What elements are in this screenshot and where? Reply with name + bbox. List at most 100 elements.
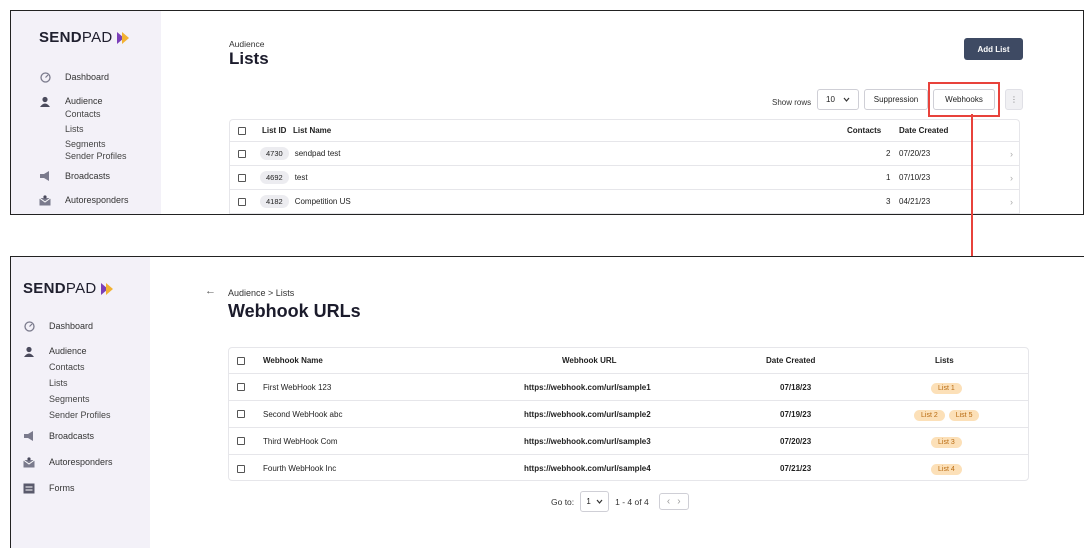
more-options-button[interactable]: ⋮ (1005, 89, 1023, 110)
row-checkbox[interactable] (238, 173, 246, 182)
autoresponder-icon (22, 456, 36, 468)
date-created: 07/20/23 (780, 436, 812, 446)
list-id-name: 4182 Competition US (260, 195, 351, 208)
col-webhook-name: Webhook Name (263, 356, 323, 365)
list-id-badge: 4692 (260, 171, 289, 184)
table-row[interactable]: Third WebHook Com https://webhook.com/ur… (229, 428, 1028, 455)
sidebar-nav: Dashboard Audience Contacts Lists Segmen… (38, 70, 129, 207)
sidebar-item-dashboard[interactable]: Dashboard (38, 70, 129, 84)
date-created: 07/10/23 (899, 173, 931, 182)
sidebar-sub-sender-profiles[interactable]: Sender Profiles (38, 150, 129, 162)
webhook-name[interactable]: Second WebHook abc (263, 410, 342, 419)
sidebar-sub-segments[interactable]: Segments (22, 393, 113, 405)
sidebar: SEND PAD Dashboard Audience Contacts List… (11, 257, 150, 548)
suppression-button[interactable]: Suppression (864, 89, 928, 110)
audience-icon (22, 345, 36, 357)
sidebar-item-label: Autoresponders (65, 195, 129, 205)
row-checkbox[interactable] (237, 464, 245, 473)
sidebar-sub-contacts[interactable]: Contacts (22, 361, 113, 373)
sendpad-logo: SEND PAD (23, 280, 117, 297)
dashboard-icon (22, 320, 36, 332)
sidebar-item-broadcasts[interactable]: Broadcasts (38, 169, 129, 183)
sidebar-item-autoresponders[interactable]: Autoresponders (38, 193, 129, 207)
date-created: 04/21/23 (899, 197, 931, 206)
sidebar-item-audience[interactable]: Audience (22, 344, 113, 358)
select-all-checkbox[interactable] (237, 356, 245, 365)
list-badge: List 2 (914, 409, 945, 421)
megaphone-icon (22, 430, 36, 442)
sidebar-item-audience[interactable]: Audience (38, 94, 129, 108)
list-badges: List 3 (929, 436, 964, 448)
show-rows-select[interactable]: 10 (817, 89, 859, 110)
list-badge: List 3 (931, 436, 962, 448)
webhook-url[interactable]: https://webhook.com/url/sample4 (524, 464, 651, 473)
date-created: 07/21/23 (780, 464, 812, 473)
webhook-name[interactable]: Third WebHook Com (263, 437, 338, 446)
webhook-name[interactable]: First WebHook 123 (263, 383, 331, 392)
list-badges: List 2 List 5 (912, 409, 981, 421)
contacts-count: 2 (886, 149, 891, 158)
autoresponder-icon (38, 194, 52, 206)
list-id-badge: 4730 (260, 147, 289, 160)
forms-icon (22, 482, 36, 494)
back-arrow-icon[interactable]: ← (205, 285, 216, 297)
select-all-checkbox[interactable] (238, 126, 246, 135)
webhook-url[interactable]: https://webhook.com/url/sample2 (524, 410, 651, 419)
webhook-url[interactable]: https://webhook.com/url/sample3 (524, 437, 651, 446)
list-badge: List 4 (931, 464, 962, 475)
chevron-right-icon[interactable]: › (1010, 149, 1013, 159)
sidebar-item-label: Broadcasts (49, 431, 95, 441)
table-row[interactable]: First WebHook 123 https://webhook.com/ur… (229, 374, 1028, 401)
audience-icon (38, 95, 52, 107)
sidebar-sub-lists[interactable]: Lists (22, 377, 113, 389)
megaphone-icon (38, 170, 52, 182)
sidebar-item-broadcasts[interactable]: Broadcasts (22, 429, 113, 443)
list-badge: List 5 (948, 409, 980, 421)
row-checkbox[interactable] (238, 197, 246, 206)
page-select[interactable]: 1 (580, 491, 610, 512)
page-title: Lists (229, 49, 269, 68)
chevron-left-icon[interactable]: ‹ (667, 496, 670, 507)
webhook-name[interactable]: Fourth WebHook Inc (263, 464, 336, 473)
prev-page-button[interactable]: ‹ › (658, 493, 689, 510)
chevron-right-icon[interactable]: › (1010, 173, 1013, 183)
lists-screen: SEND PAD Dashboard Audience Contacts List… (10, 10, 1084, 215)
pagination: Go to: 1 1 - 4 of 4 ‹ › (551, 491, 689, 512)
chevron-right-icon[interactable]: › (677, 496, 680, 507)
date-created: 07/18/23 (780, 382, 812, 392)
list-badge: List 1 (931, 382, 962, 394)
table-row[interactable]: Fourth WebHook Inc https://webhook.com/u… (229, 455, 1028, 482)
dashboard-icon (38, 71, 52, 83)
row-checkbox[interactable] (237, 410, 245, 418)
table-row[interactable]: 4730 sendpad test 2 07/20/23 › (230, 142, 1019, 166)
breadcrumb[interactable]: Audience > Lists (228, 288, 294, 298)
row-checkbox[interactable] (237, 437, 245, 445)
row-checkbox[interactable] (237, 383, 245, 391)
list-name[interactable]: Competition US (295, 197, 351, 206)
page-value: 1 (586, 497, 591, 506)
sendpad-logo: SEND PAD (39, 29, 133, 46)
sidebar-sub-lists[interactable]: Lists (38, 123, 129, 135)
date-created: 07/20/23 (899, 149, 931, 158)
col-date-created: Date Created (899, 126, 949, 135)
sidebar-sub-contacts[interactable]: Contacts (38, 108, 129, 120)
list-name[interactable]: sendpad test (295, 149, 341, 158)
sidebar-item-forms[interactable]: Forms (22, 481, 113, 495)
row-checkbox[interactable] (238, 149, 246, 158)
sidebar-sub-segments[interactable]: Segments (38, 138, 129, 150)
table-row[interactable]: Second WebHook abc https://webhook.com/u… (229, 401, 1028, 428)
chevron-right-icon[interactable]: › (1010, 197, 1013, 207)
breadcrumb[interactable]: Audience (229, 39, 264, 49)
list-id-name: 4730 sendpad test (260, 147, 341, 160)
col-contacts: Contacts (847, 126, 882, 135)
sidebar-item-label: Dashboard (65, 72, 110, 82)
list-name[interactable]: test (295, 173, 308, 182)
add-list-button[interactable]: Add List (964, 38, 1023, 60)
sidebar-item-autoresponders[interactable]: Autoresponders (22, 455, 113, 469)
show-rows-value: 10 (826, 95, 835, 104)
webhook-url[interactable]: https://webhook.com/url/sample1 (524, 383, 651, 392)
table-row[interactable]: 4182 Competition US 3 04/21/23 › (230, 190, 1019, 214)
table-row[interactable]: 4692 test 1 07/10/23 › (230, 166, 1019, 190)
sidebar-sub-sender-profiles[interactable]: Sender Profiles (22, 409, 113, 421)
sidebar-item-dashboard[interactable]: Dashboard (22, 319, 113, 333)
